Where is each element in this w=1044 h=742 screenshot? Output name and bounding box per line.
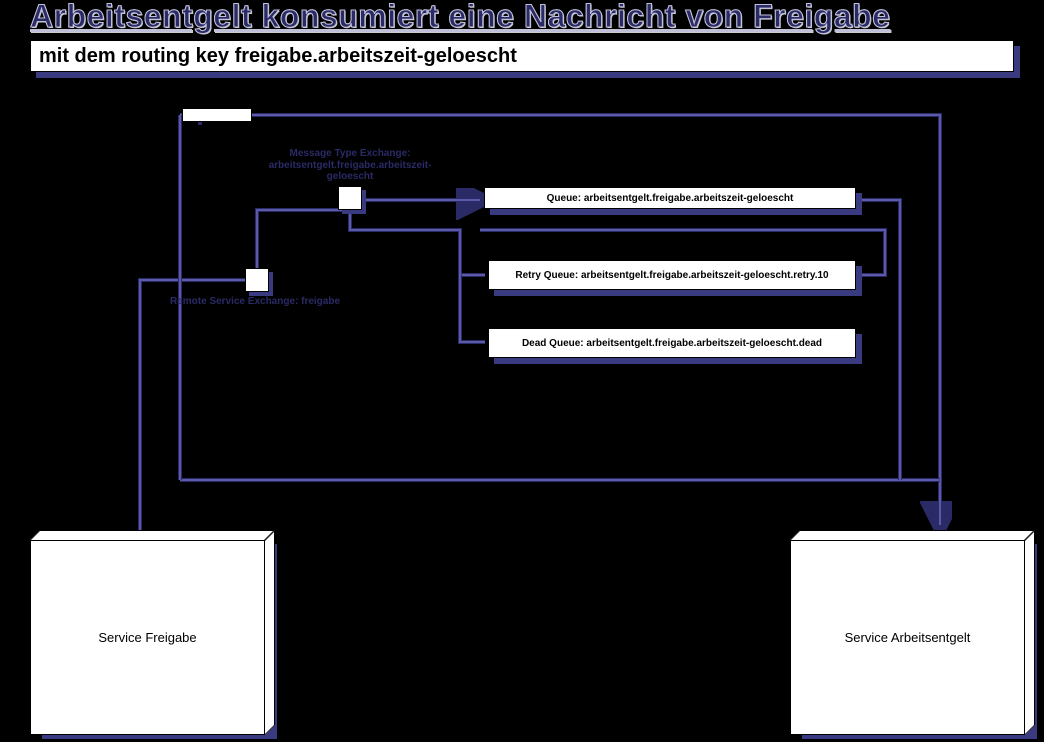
subtitle-box: mit dem routing key freigabe.arbeitszeit… bbox=[30, 40, 1014, 72]
subtitle-text: mit dem routing key freigabe.arbeitszeit… bbox=[30, 40, 1014, 72]
service-freigabe-box: Service Freigabe bbox=[30, 540, 265, 735]
queue-dead: Dead Queue: arbeitsentgelt.freigabe.arbe… bbox=[488, 328, 856, 358]
message-type-exchange-label: Message Type Exchange: arbeitsentgelt.fr… bbox=[250, 148, 450, 183]
service-arbeitsentgelt-label: Service Arbeitsentgelt bbox=[845, 630, 971, 645]
region-tab bbox=[182, 108, 252, 122]
service-freigabe-label: Service Freigabe bbox=[98, 630, 196, 645]
message-type-exchange-node bbox=[338, 186, 362, 210]
service-arbeitsentgelt-box: Service Arbeitsentgelt bbox=[790, 540, 1025, 735]
page-title: Arbeitsentgelt konsumiert eine Nachricht… bbox=[30, 0, 890, 35]
queue-retry: Retry Queue: arbeitsentgelt.freigabe.arb… bbox=[488, 260, 856, 290]
remote-service-exchange-label: Remote Service Exchange: freigabe bbox=[155, 296, 355, 308]
remote-service-exchange-node bbox=[245, 268, 269, 292]
queue-main: Queue: arbeitsentgelt.freigabe.arbeitsze… bbox=[484, 187, 856, 209]
